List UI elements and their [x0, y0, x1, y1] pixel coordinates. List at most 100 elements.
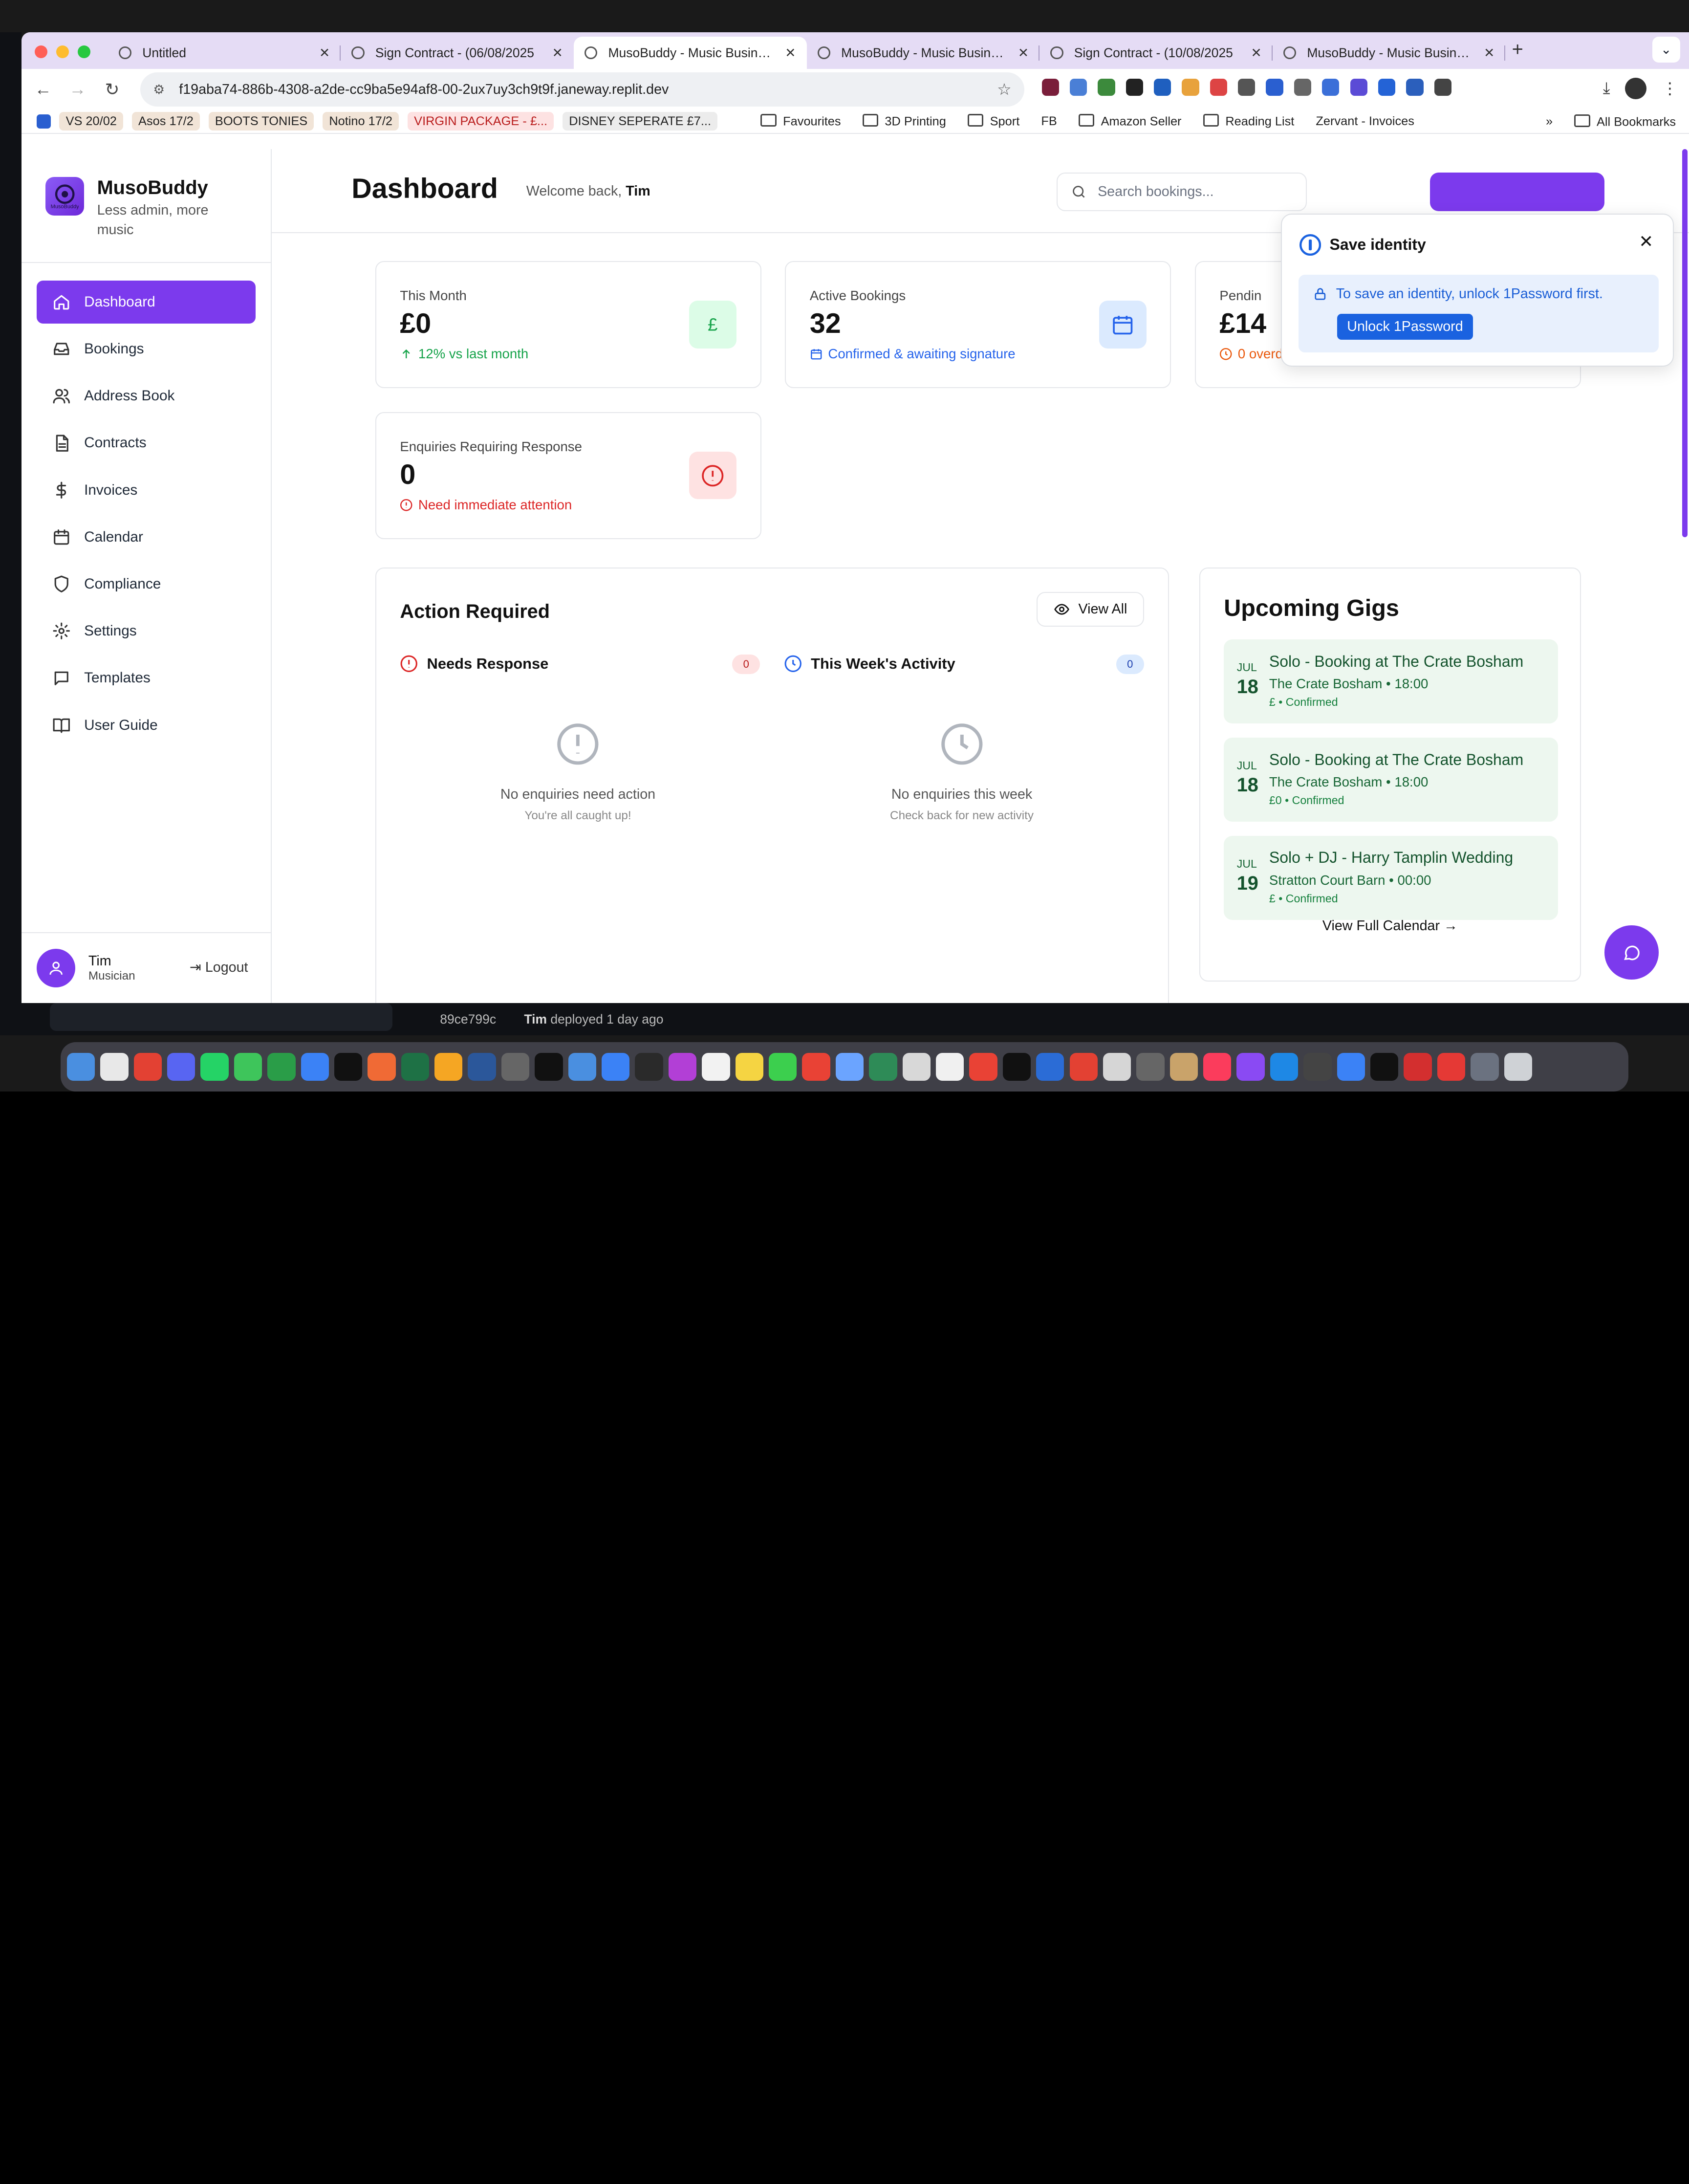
bookmark-item[interactable]: DISNEY SEPERATE £7... — [562, 112, 718, 131]
extension-icon[interactable] — [1098, 79, 1115, 96]
close-tab-icon[interactable]: ✕ — [785, 45, 796, 61]
close-tab-icon[interactable]: ✕ — [1251, 45, 1262, 61]
dock-app-icon[interactable] — [301, 1052, 329, 1081]
dock-app-icon[interactable] — [66, 1052, 95, 1081]
close-window-button[interactable] — [34, 45, 48, 59]
dock-app-icon[interactable] — [535, 1052, 563, 1081]
dock-app-icon[interactable] — [1504, 1052, 1532, 1081]
dock-app-icon[interactable] — [802, 1052, 830, 1081]
site-info-icon[interactable]: ⚙ — [153, 82, 168, 97]
tab-search-button[interactable]: ⌄ — [1652, 37, 1680, 63]
sidebar-item-templates[interactable]: Templates — [37, 656, 256, 699]
stat-card[interactable]: This Month £0 12% vs last month £ — [375, 261, 761, 389]
extension-icon[interactable] — [1154, 79, 1171, 96]
sidebar-item-calendar[interactable]: Calendar — [37, 516, 256, 559]
maximize-window-button[interactable] — [77, 45, 91, 59]
browser-tab[interactable]: Sign Contract - (06/08/2025 ✕ — [341, 37, 574, 69]
dock-app-icon[interactable] — [234, 1052, 262, 1081]
dock-app-icon[interactable] — [1036, 1052, 1064, 1081]
view-all-button[interactable]: View All — [1036, 592, 1145, 627]
sidebar-item-invoices[interactable]: Invoices — [37, 468, 256, 511]
minimize-window-button[interactable] — [56, 45, 69, 59]
bookmark-item[interactable]: VS 20/02 — [59, 112, 124, 131]
bookmark-item[interactable]: Favourites — [754, 112, 847, 131]
dock-app-icon[interactable] — [1471, 1052, 1499, 1081]
gig-item[interactable]: JUL 18 Solo - Booking at The Crate Bosham T… — [1224, 639, 1559, 724]
sidebar-item-address-book[interactable]: Address Book — [37, 374, 256, 417]
gig-item[interactable]: JUL 18 Solo - Booking at The Crate Bosham T… — [1224, 738, 1559, 822]
dock-app-icon[interactable] — [935, 1052, 964, 1081]
stat-card[interactable]: Enquiries Requiring Response 0 Need immedi… — [375, 412, 761, 540]
extension-icon[interactable] — [1182, 79, 1199, 96]
scrollbar-thumb[interactable] — [1682, 149, 1688, 537]
dock-app-icon[interactable] — [835, 1052, 864, 1081]
bookmark-item[interactable]: Asos 17/2 — [131, 112, 200, 131]
bookmark-item[interactable]: Notino 17/2 — [323, 112, 399, 131]
bookmark-app-icon[interactable] — [37, 114, 51, 129]
sidebar-item-bookings[interactable]: Bookings — [37, 328, 256, 371]
extension-icon[interactable] — [1322, 79, 1340, 96]
dock-app-icon[interactable] — [1103, 1052, 1131, 1081]
bookmark-item[interactable]: Sport — [961, 112, 1026, 131]
puzzle-icon[interactable] — [1434, 79, 1451, 96]
browser-tab[interactable]: MusoBuddy - Music Business ✕ — [573, 37, 807, 69]
new-booking-button[interactable] — [1429, 173, 1605, 212]
stat-card[interactable]: Active Bookings 32 Confirmed & awaiting si… — [785, 261, 1171, 389]
bookmarks-more-button[interactable]: » — [1546, 114, 1553, 130]
unlock-1password-button[interactable]: Unlock 1Password — [1337, 313, 1473, 340]
extension-icon[interactable] — [1069, 79, 1087, 96]
bookmark-item[interactable]: Zervant - Invoices — [1309, 112, 1421, 131]
menu-dots-icon[interactable]: ⋮ — [1662, 79, 1678, 98]
all-bookmarks-button[interactable]: All Bookmarks — [1574, 114, 1676, 130]
dock-app-icon[interactable] — [1002, 1052, 1031, 1081]
dock-app-icon[interactable] — [133, 1052, 162, 1081]
dock-app-icon[interactable] — [501, 1052, 530, 1081]
sidebar-item-compliance[interactable]: Compliance — [37, 563, 256, 606]
dock-app-icon[interactable] — [401, 1052, 430, 1081]
extension-icon[interactable] — [1350, 79, 1367, 96]
dock-app-icon[interactable] — [735, 1052, 763, 1081]
back-arrow-icon[interactable]: ← — [26, 80, 61, 99]
replit-chat-input[interactable] — [49, 1003, 393, 1031]
extension-icon[interactable] — [1406, 79, 1424, 96]
bookmark-item[interactable]: Amazon Seller — [1072, 112, 1188, 131]
bookmark-item[interactable]: FB — [1035, 112, 1063, 131]
sidebar-item-settings[interactable]: Settings — [37, 610, 256, 653]
browser-tab[interactable]: Sign Contract - (10/08/2025 ✕ — [1039, 37, 1273, 69]
browser-tab[interactable]: Untitled ✕ — [108, 37, 341, 69]
extension-icon[interactable] — [1266, 79, 1283, 96]
download-icon[interactable]: ⤓ — [1603, 79, 1610, 98]
dock-app-icon[interactable] — [1270, 1052, 1299, 1081]
dock-app-icon[interactable] — [1404, 1052, 1432, 1081]
close-tab-icon[interactable]: ✕ — [552, 45, 563, 61]
new-tab-button[interactable]: + — [1512, 39, 1523, 61]
dock-app-icon[interactable] — [368, 1052, 396, 1081]
forward-arrow-icon[interactable]: → — [61, 80, 95, 99]
dock-app-icon[interactable] — [1337, 1052, 1365, 1081]
dock-app-icon[interactable] — [668, 1052, 697, 1081]
sidebar-item-user-guide[interactable]: User Guide — [37, 703, 256, 746]
dock-app-icon[interactable] — [100, 1052, 129, 1081]
dock-app-icon[interactable] — [1370, 1052, 1399, 1081]
extension-icon[interactable] — [1041, 79, 1059, 96]
dock-app-icon[interactable] — [902, 1052, 931, 1081]
dock-app-icon[interactable] — [869, 1052, 897, 1081]
extension-icon[interactable] — [1294, 79, 1312, 96]
extension-icon[interactable] — [1238, 79, 1256, 96]
dock-app-icon[interactable] — [635, 1052, 663, 1081]
dock-app-icon[interactable] — [568, 1052, 597, 1081]
dock-app-icon[interactable] — [702, 1052, 730, 1081]
address-bar[interactable]: ⚙ f19aba74-886b-4308-a2de-cc9ba5e94af8-0… — [140, 72, 1025, 107]
dock-app-icon[interactable] — [267, 1052, 296, 1081]
dock-app-icon[interactable] — [1069, 1052, 1098, 1081]
dock-app-icon[interactable] — [1437, 1052, 1466, 1081]
bookmark-item[interactable]: BOOTS TONIES — [208, 112, 314, 131]
dock-app-icon[interactable] — [1303, 1052, 1332, 1081]
search-input[interactable]: Search bookings... — [1057, 173, 1307, 212]
bookmark-item[interactable]: VIRGIN PACKAGE - £... — [407, 112, 554, 131]
bookmark-item[interactable]: Reading List — [1196, 112, 1300, 131]
dock-app-icon[interactable] — [1236, 1052, 1265, 1081]
dock-app-icon[interactable] — [200, 1052, 229, 1081]
close-tab-icon[interactable]: ✕ — [319, 45, 330, 61]
reload-icon[interactable]: ↻ — [95, 80, 130, 100]
